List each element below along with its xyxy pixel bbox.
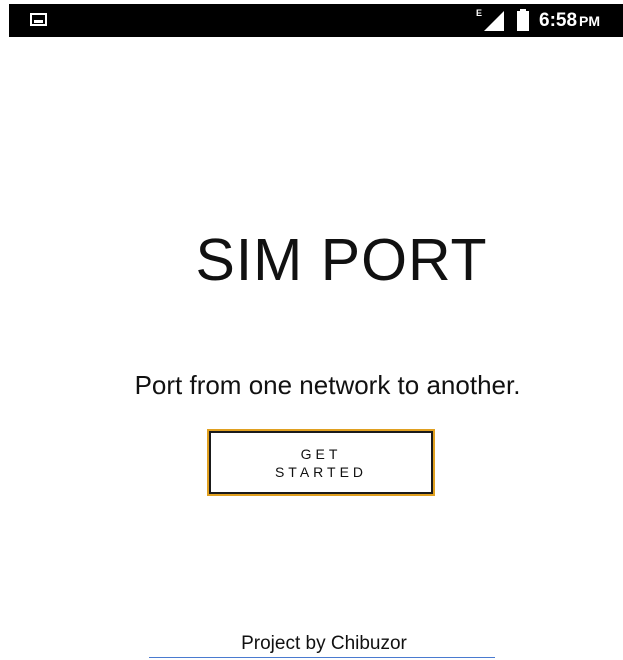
footer-underline xyxy=(149,657,495,658)
clock-time: 6:58 xyxy=(539,10,578,31)
footer-credit: Project by Chibuzor xyxy=(241,633,407,654)
get-started-button[interactable]: GET STARTED xyxy=(209,431,433,494)
network-type-label: E xyxy=(476,8,483,18)
status-clock: 6:58 PM xyxy=(539,10,600,32)
signal-icon xyxy=(484,11,504,31)
get-started-label: GET STARTED xyxy=(274,445,368,480)
battery-icon xyxy=(517,9,529,31)
image-notification-icon xyxy=(30,13,47,26)
app-title: SIM PORT xyxy=(195,227,488,293)
clock-ampm: PM xyxy=(579,13,601,29)
tagline: Port from one network to another. xyxy=(134,370,521,400)
app-screen: E 6:58 PM SIM PORT Port from one network … xyxy=(0,0,623,660)
status-bar: E 6:58 PM xyxy=(9,4,623,37)
